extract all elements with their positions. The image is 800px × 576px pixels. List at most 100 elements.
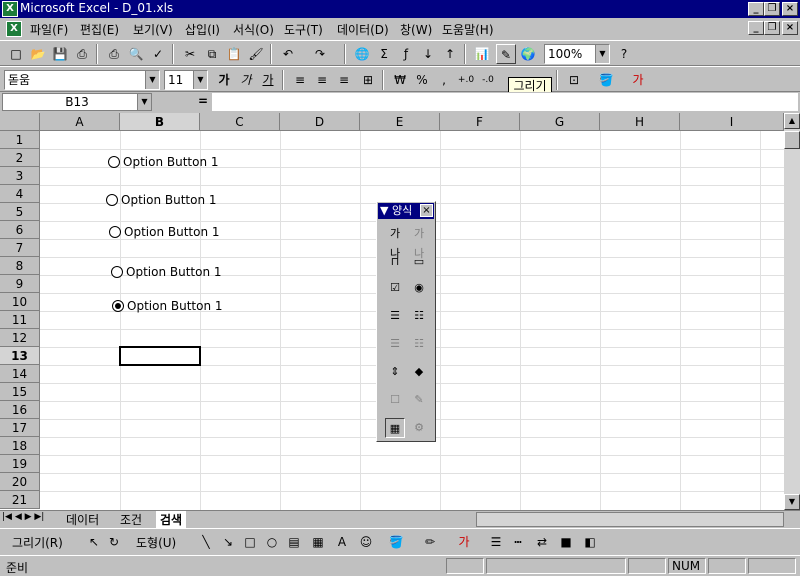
option-button-5[interactable]: Option Button 1 (112, 299, 223, 313)
menu-format[interactable]: 서식(O) (233, 21, 274, 38)
sort-asc-icon[interactable]: ↓ (418, 44, 438, 64)
drawing-icon[interactable]: ✎ (496, 44, 516, 64)
map-icon[interactable]: 🌍 (518, 44, 538, 64)
fill-color-icon[interactable]: 🪣 (386, 532, 406, 552)
doc-restore-button[interactable]: ❐ (764, 21, 780, 35)
menu-file[interactable]: 파일(F) (30, 21, 68, 38)
button-icon[interactable]: ▭ (409, 252, 429, 272)
select-objects-icon[interactable]: ↖ (84, 532, 104, 552)
align-right-icon[interactable]: ≡ (334, 70, 354, 90)
currency-icon[interactable]: ₩ (390, 70, 410, 90)
col-header-i[interactable]: I (680, 113, 784, 131)
3d-icon[interactable]: ◧ (580, 532, 600, 552)
print-icon[interactable]: ⎙ (104, 44, 124, 64)
menu-insert[interactable]: 삽입(I) (185, 21, 220, 38)
row-header[interactable]: 18 (0, 437, 40, 455)
chevron-down-icon[interactable]: ▼ (193, 71, 207, 89)
line-color-icon[interactable]: ✏ (420, 532, 440, 552)
draw-menu[interactable]: 그리기(R) (12, 534, 63, 551)
group-box-icon[interactable]: ⊓ (385, 252, 405, 272)
row-header[interactable]: 4 (0, 185, 40, 203)
scroll-thumb[interactable] (784, 131, 800, 149)
row-header[interactable]: 2 (0, 149, 40, 167)
option-button-4[interactable]: Option Button 1 (111, 265, 222, 279)
clip-art-icon[interactable]: ☺ (356, 532, 376, 552)
borders-icon[interactable]: ⊡ (564, 70, 584, 90)
dash-style-icon[interactable]: ┅ (508, 532, 528, 552)
comma-icon[interactable]: , (434, 70, 454, 90)
option-button-1[interactable]: Option Button 1 (108, 155, 219, 169)
underline-button[interactable]: 가 (258, 70, 278, 90)
row-header[interactable]: 19 (0, 455, 40, 473)
row-header[interactable]: 12 (0, 329, 40, 347)
redo-icon[interactable]: ↷ (310, 44, 330, 64)
merge-center-icon[interactable]: ⊞ (358, 70, 378, 90)
col-header-f[interactable]: F (440, 113, 520, 131)
function-icon[interactable]: ƒ (396, 44, 416, 64)
col-header-a[interactable]: A (40, 113, 120, 131)
text-box-icon[interactable]: ▤ (284, 532, 304, 552)
align-left-icon[interactable]: ≡ (290, 70, 310, 90)
row-header[interactable]: 15 (0, 383, 40, 401)
save-icon[interactable]: 💾 (50, 44, 70, 64)
row-header[interactable]: 7 (0, 239, 40, 257)
checkbox-icon[interactable]: ☑ (385, 278, 405, 298)
hyperlink-icon[interactable]: 🌐 (352, 44, 372, 64)
tab-search[interactable]: 검색 (156, 511, 187, 528)
free-rotate-icon[interactable]: ↻ (104, 532, 124, 552)
wordart-icon[interactable]: ▦ (308, 532, 328, 552)
list-box-icon[interactable]: ☰ (385, 306, 405, 326)
col-header-c[interactable]: C (200, 113, 280, 131)
close-button[interactable]: × (782, 2, 798, 16)
row-header[interactable]: 13 (0, 347, 40, 365)
col-header-d[interactable]: D (280, 113, 360, 131)
col-header-b[interactable]: B (120, 113, 200, 131)
radio-unchecked-icon[interactable] (106, 194, 118, 206)
scroll-bar-icon[interactable]: ⇕ (385, 362, 405, 382)
row-header[interactable]: 5 (0, 203, 40, 221)
help-icon[interactable]: ? (614, 44, 634, 64)
font-size-select[interactable]: 11 ▼ (164, 70, 208, 90)
decrease-decimal-icon[interactable]: -.0 (478, 70, 498, 90)
fill-color-icon[interactable]: 🪣 (596, 70, 616, 90)
menu-help[interactable]: 도움말(H) (442, 21, 494, 38)
shadow-icon[interactable]: ■ (556, 532, 576, 552)
line-icon[interactable]: ╲ (196, 532, 216, 552)
bold-button[interactable]: 가 (214, 70, 234, 90)
horizontal-scrollbar[interactable] (476, 512, 784, 527)
autoshapes-menu[interactable]: 도형(U) (136, 534, 176, 551)
row-header[interactable]: 16 (0, 401, 40, 419)
rectangle-icon[interactable]: □ (240, 532, 260, 552)
restore-button[interactable]: ❐ (764, 2, 780, 16)
close-icon[interactable]: × (420, 204, 433, 217)
vertical-scrollbar[interactable]: ▲ ▼ (784, 113, 800, 510)
radio-checked-icon[interactable] (112, 300, 124, 312)
autosum-icon[interactable]: Σ (374, 44, 394, 64)
minimize-button[interactable]: _ (748, 2, 764, 16)
open-icon[interactable]: 📂 (28, 44, 48, 64)
forms-toolbar[interactable]: ▼ 양식 × 가나 가나 ⊓ ▭ ☑ ◉ ☰ ☷ ☰ ☷ ⇕ ◆ ☐ ✎ ▦ ⚙ (376, 201, 436, 442)
edit-box-button[interactable]: 가나 (409, 224, 429, 260)
combo-list-edit-icon[interactable]: ☰ (385, 334, 405, 354)
option-button-3[interactable]: Option Button 1 (109, 225, 220, 239)
align-center-icon[interactable]: ≡ (312, 70, 332, 90)
tab-condition[interactable]: 조건 (120, 511, 142, 528)
name-box[interactable]: B13 ▼ (2, 93, 152, 111)
row-header[interactable]: 11 (0, 311, 40, 329)
row-header[interactable]: 9 (0, 275, 40, 293)
chart-wizard-icon[interactable]: 📊 (472, 44, 492, 64)
increase-decimal-icon[interactable]: +.0 (456, 70, 476, 90)
radio-unchecked-icon[interactable] (108, 156, 120, 168)
cut-icon[interactable]: ✂ (180, 44, 200, 64)
copy-icon[interactable]: ⧉ (202, 44, 222, 64)
row-header[interactable]: 1 (0, 131, 40, 149)
paste-icon[interactable]: 📋 (224, 44, 244, 64)
excel-icon[interactable]: X (2, 1, 18, 17)
menu-window[interactable]: 창(W) (400, 21, 432, 38)
row-header[interactable]: 21 (0, 491, 40, 509)
row-header[interactable]: 14 (0, 365, 40, 383)
row-header[interactable]: 17 (0, 419, 40, 437)
option-button-icon[interactable]: ◉ (409, 278, 429, 298)
doc-close-button[interactable]: × (782, 21, 798, 35)
menu-tools[interactable]: 도구(T) (284, 21, 323, 38)
